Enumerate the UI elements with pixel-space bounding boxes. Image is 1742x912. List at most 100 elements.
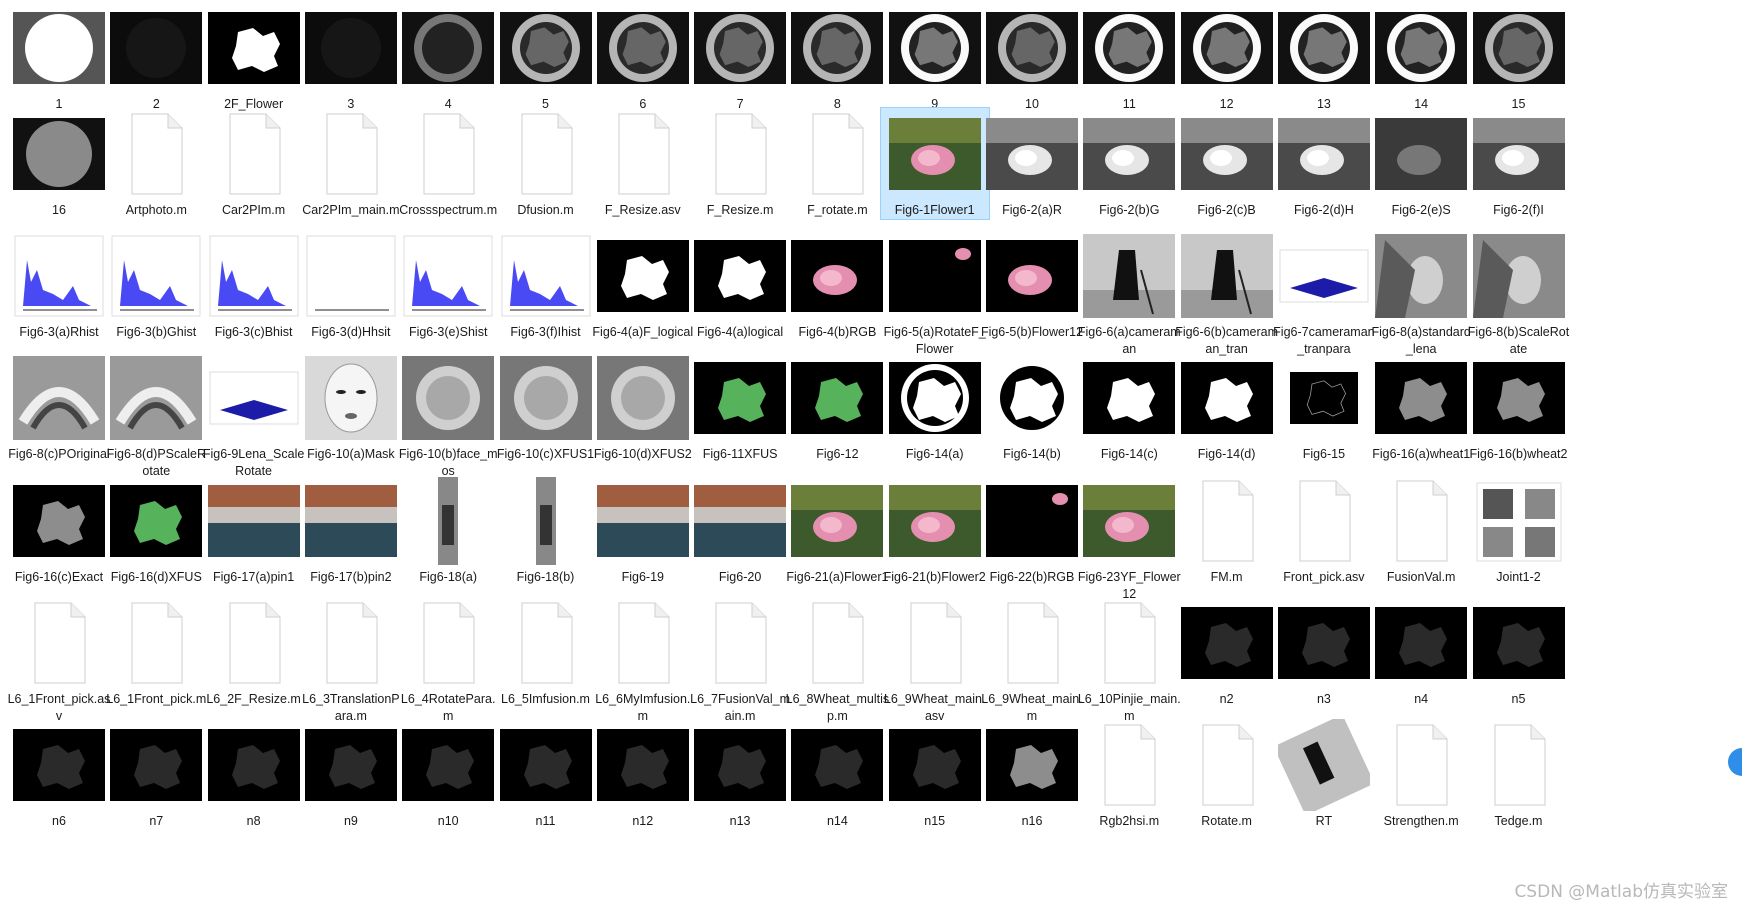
file-item[interactable]: L6_1Front_pick.m bbox=[102, 597, 210, 708]
file-item[interactable]: Fig6-3(c)Bhist bbox=[200, 230, 308, 341]
file-item[interactable]: L6_9Wheat_main.m bbox=[978, 597, 1086, 725]
file-item[interactable]: 12 bbox=[1173, 2, 1281, 113]
file-item[interactable]: Fig6-2(e)S bbox=[1367, 108, 1475, 219]
file-item[interactable]: 5 bbox=[492, 2, 600, 113]
file-item[interactable]: Fig6-2(b)G bbox=[1075, 108, 1183, 219]
file-item[interactable]: Fig6-2(a)R bbox=[978, 108, 1086, 219]
file-item[interactable]: Fig6-8(c)POriginal bbox=[5, 352, 113, 463]
file-item[interactable]: Fig6-5(b)Flower12 bbox=[978, 230, 1086, 341]
file-item[interactable]: n11 bbox=[492, 719, 600, 830]
file-item[interactable]: 6 bbox=[589, 2, 697, 113]
file-item[interactable]: Fig6-14(b) bbox=[978, 352, 1086, 463]
file-item[interactable]: Fig6-2(f)I bbox=[1465, 108, 1573, 219]
file-item[interactable]: n2 bbox=[1173, 597, 1281, 708]
file-item[interactable]: Fig6-2(d)H bbox=[1270, 108, 1378, 219]
file-item[interactable]: Joint1-2 bbox=[1465, 475, 1573, 586]
file-item[interactable]: n8 bbox=[200, 719, 308, 830]
file-item[interactable]: Tedge.m bbox=[1465, 719, 1573, 830]
file-item[interactable]: Fig6-6(a)cameraman bbox=[1075, 230, 1183, 358]
file-item[interactable]: L6_6MyImfusion.m bbox=[589, 597, 697, 725]
file-item[interactable]: Dfusion.m bbox=[492, 108, 600, 219]
file-item[interactable]: Fig6-3(d)Hhsit bbox=[297, 230, 405, 341]
file-item[interactable]: Fig6-4(a)F_logical bbox=[589, 230, 697, 341]
file-item[interactable]: L6_5Imfusion.m bbox=[492, 597, 600, 708]
file-item[interactable]: Fig6-19 bbox=[589, 475, 697, 586]
file-item[interactable]: Crossspectrum.m bbox=[394, 108, 502, 219]
file-item[interactable]: Fig6-10(c)XFUS1 bbox=[492, 352, 600, 463]
file-item[interactable]: Fig6-23YF_Flower12 bbox=[1075, 475, 1183, 603]
file-item[interactable]: Fig6-16(a)wheat1 bbox=[1367, 352, 1475, 463]
file-item[interactable]: n10 bbox=[394, 719, 502, 830]
file-item[interactable]: Fig6-18(b) bbox=[492, 475, 600, 586]
file-item[interactable]: Strengthen.m bbox=[1367, 719, 1475, 830]
file-item[interactable]: Fig6-15 bbox=[1270, 352, 1378, 463]
file-item[interactable]: FusionVal.m bbox=[1367, 475, 1475, 586]
file-item[interactable]: L6_7FusionVal_main.m bbox=[686, 597, 794, 725]
file-item[interactable]: L6_1Front_pick.asv bbox=[5, 597, 113, 725]
file-item[interactable]: Car2PIm.m bbox=[200, 108, 308, 219]
file-item[interactable]: F_Resize.m bbox=[686, 108, 794, 219]
file-item[interactable]: 11 bbox=[1075, 2, 1183, 113]
file-item[interactable]: L6_4RotatePara.m bbox=[394, 597, 502, 725]
file-item[interactable]: 1 bbox=[5, 2, 113, 113]
file-item[interactable]: Rgb2hsi.m bbox=[1075, 719, 1183, 830]
file-item[interactable]: Fig6-4(b)RGB bbox=[783, 230, 891, 341]
file-item[interactable]: Fig6-14(c) bbox=[1075, 352, 1183, 463]
file-item[interactable]: Artphoto.m bbox=[102, 108, 210, 219]
file-item[interactable]: Fig6-10(b)face_mos bbox=[394, 352, 502, 480]
file-item[interactable]: F_rotate.m bbox=[783, 108, 891, 219]
file-item[interactable]: Rotate.m bbox=[1173, 719, 1281, 830]
file-item[interactable]: Fig6-10(d)XFUS2 bbox=[589, 352, 697, 463]
file-item[interactable]: Car2PIm_main.m bbox=[297, 108, 405, 219]
file-item[interactable]: Fig6-17(b)pin2 bbox=[297, 475, 405, 586]
file-item[interactable]: Fig6-3(b)Ghist bbox=[102, 230, 210, 341]
file-item[interactable]: n6 bbox=[5, 719, 113, 830]
file-item[interactable]: Fig6-1Flower1 bbox=[879, 107, 990, 220]
file-item[interactable]: 16 bbox=[5, 108, 113, 219]
file-item[interactable]: Fig6-16(c)Exact bbox=[5, 475, 113, 586]
file-item[interactable]: 4 bbox=[394, 2, 502, 113]
file-item[interactable]: F_Resize.asv bbox=[589, 108, 697, 219]
file-item[interactable]: n12 bbox=[589, 719, 697, 830]
file-item[interactable]: 2 bbox=[102, 2, 210, 113]
file-item[interactable]: L6_9Wheat_main.asv bbox=[881, 597, 989, 725]
file-item[interactable]: Fig6-3(a)Rhist bbox=[5, 230, 113, 341]
file-item[interactable]: FM.m bbox=[1173, 475, 1281, 586]
file-item[interactable]: Fig6-7cameraman_tranpara bbox=[1270, 230, 1378, 358]
file-item[interactable]: Fig6-3(f)Ihist bbox=[492, 230, 600, 341]
file-item[interactable]: Fig6-17(a)pin1 bbox=[200, 475, 308, 586]
file-item[interactable]: n3 bbox=[1270, 597, 1378, 708]
file-item[interactable]: 13 bbox=[1270, 2, 1378, 113]
file-item[interactable]: Fig6-16(b)wheat2 bbox=[1465, 352, 1573, 463]
file-item[interactable]: 10 bbox=[978, 2, 1086, 113]
file-item[interactable]: Front_pick.asv bbox=[1270, 475, 1378, 586]
file-item[interactable]: Fig6-21(a)Flower1 bbox=[783, 475, 891, 586]
file-item[interactable]: Fig6-4(a)logical bbox=[686, 230, 794, 341]
file-item[interactable]: Fig6-12 bbox=[783, 352, 891, 463]
file-item[interactable]: Fig6-10(a)Mask bbox=[297, 352, 405, 463]
file-item[interactable]: Fig6-21(b)Flower2 bbox=[881, 475, 989, 586]
file-item[interactable]: n13 bbox=[686, 719, 794, 830]
file-item[interactable]: 14 bbox=[1367, 2, 1475, 113]
file-item[interactable]: Fig6-5(a)RotateF_Flower bbox=[881, 230, 989, 358]
file-item[interactable]: Fig6-14(a) bbox=[881, 352, 989, 463]
file-item[interactable]: L6_8Wheat_multisp.m bbox=[783, 597, 891, 725]
file-item[interactable]: 15 bbox=[1465, 2, 1573, 113]
file-item[interactable]: Fig6-22(b)RGB bbox=[978, 475, 1086, 586]
file-item[interactable]: 3 bbox=[297, 2, 405, 113]
file-item[interactable]: Fig6-3(e)Shist bbox=[394, 230, 502, 341]
file-item[interactable]: L6_3TranslationPara.m bbox=[297, 597, 405, 725]
file-item[interactable]: Fig6-16(d)XFUS bbox=[102, 475, 210, 586]
file-item[interactable]: n7 bbox=[102, 719, 210, 830]
file-item[interactable]: Fig6-8(a)standard_lena bbox=[1367, 230, 1475, 358]
file-item[interactable]: RT bbox=[1270, 719, 1378, 830]
file-item[interactable]: 2F_Flower bbox=[200, 2, 308, 113]
file-item[interactable]: Fig6-14(d) bbox=[1173, 352, 1281, 463]
file-item[interactable]: n4 bbox=[1367, 597, 1475, 708]
file-item[interactable]: 9 bbox=[881, 2, 989, 113]
file-item[interactable]: Fig6-6(b)cameraman_tran bbox=[1173, 230, 1281, 358]
file-item[interactable]: n15 bbox=[881, 719, 989, 830]
file-item[interactable]: n16 bbox=[978, 719, 1086, 830]
file-item[interactable]: 8 bbox=[783, 2, 891, 113]
file-item[interactable]: Fig6-8(b)ScaleRotate bbox=[1465, 230, 1573, 358]
